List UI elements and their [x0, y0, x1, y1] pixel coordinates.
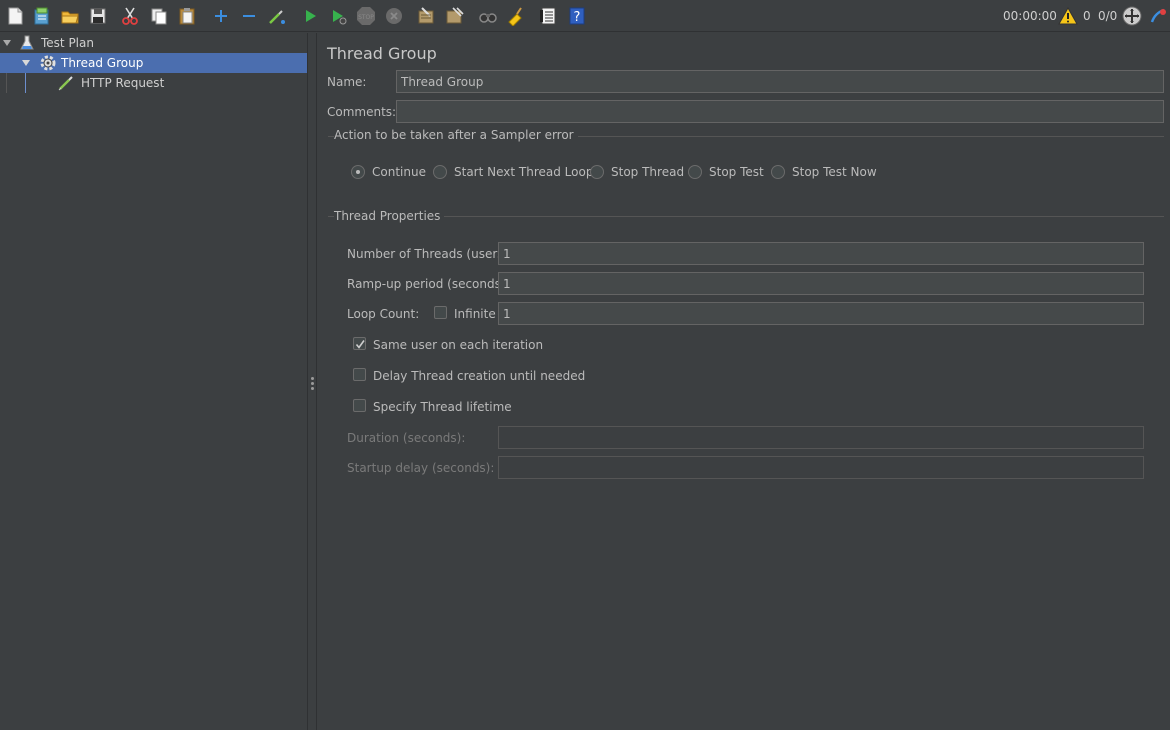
thread-group-panel: Thread Group Name: Comments: Action to b… [318, 33, 1170, 730]
reset-search-icon[interactable] [503, 4, 527, 28]
duration-field[interactable] [498, 426, 1144, 449]
copy-icon[interactable] [147, 4, 171, 28]
tree-item-http-request[interactable]: HTTP Request [0, 73, 307, 93]
same-user-checkbox[interactable] [353, 337, 366, 350]
clear-icon[interactable] [414, 4, 438, 28]
shutdown-icon[interactable] [382, 4, 406, 28]
warning-count: 0 [1083, 9, 1091, 23]
toggle-icon[interactable] [265, 4, 289, 28]
infinite-label[interactable]: Infinite [454, 307, 496, 321]
panel-title: Thread Group [327, 44, 437, 63]
toolbar: STOP ? 00:00:00 0 0/0 [0, 0, 1170, 32]
elapsed-timer: 00:00:00 [1003, 9, 1057, 23]
active-threads: 0/0 [1098, 9, 1118, 23]
stop-icon[interactable]: STOP [354, 4, 378, 28]
startup-delay-field[interactable] [498, 456, 1144, 479]
comments-label: Comments: [327, 105, 397, 119]
name-label: Name: [327, 75, 367, 89]
help-icon[interactable]: ? [565, 4, 589, 28]
delay-creation-label[interactable]: Delay Thread creation until needed [373, 369, 585, 383]
search-icon[interactable] [476, 4, 500, 28]
continue-radio[interactable] [351, 165, 365, 179]
infinite-checkbox[interactable] [434, 306, 447, 319]
panel-splitter[interactable] [307, 33, 317, 730]
tree-item-thread-group[interactable]: Thread Group [0, 53, 307, 73]
rampup-label: Ramp-up period (seconds): [347, 277, 510, 291]
stop-test-now-label[interactable]: Stop Test Now [792, 165, 877, 179]
continue-label[interactable]: Continue [372, 165, 426, 179]
sampler-error-group-title: Action to be taken after a Sampler error [334, 128, 578, 142]
start-next-loop-radio[interactable] [433, 165, 447, 179]
stop-test-radio[interactable] [688, 165, 702, 179]
splitter-grip [311, 377, 314, 380]
start-no-pause-icon[interactable] [326, 4, 350, 28]
startup-delay-label: Startup delay (seconds): [347, 461, 495, 475]
log-viewer-icon[interactable] [1146, 4, 1170, 28]
tree-item-label: HTTP Request [81, 76, 165, 90]
remote-icon[interactable] [1120, 4, 1144, 28]
stop-thread-label[interactable]: Stop Thread [611, 165, 684, 179]
comments-field[interactable] [396, 100, 1164, 123]
threads-field[interactable] [498, 242, 1144, 265]
tree-item-label: Test Plan [41, 36, 94, 50]
flask-icon [19, 35, 35, 51]
expand-arrow-icon[interactable] [3, 40, 11, 46]
duration-label: Duration (seconds): [347, 431, 466, 445]
stop-test-label[interactable]: Stop Test [709, 165, 764, 179]
checkmark-icon [355, 340, 365, 349]
cut-icon[interactable] [118, 4, 142, 28]
paste-icon[interactable] [175, 4, 199, 28]
loop-count-label: Loop Count: [347, 307, 420, 321]
warning-icon[interactable] [1057, 4, 1079, 28]
tree-item-test-plan[interactable]: Test Plan [0, 33, 307, 53]
pipette-icon [58, 75, 74, 91]
start-next-loop-label[interactable]: Start Next Thread Loop [454, 165, 593, 179]
clear-all-icon[interactable] [443, 4, 467, 28]
expand-arrow-icon[interactable] [22, 60, 30, 66]
gear-icon [39, 54, 57, 72]
same-user-label[interactable]: Same user on each iteration [373, 338, 543, 352]
rampup-field[interactable] [498, 272, 1144, 295]
save-icon[interactable] [86, 4, 110, 28]
group-separator [328, 216, 1164, 217]
name-field[interactable] [396, 70, 1164, 93]
thread-properties-group-title: Thread Properties [334, 209, 445, 223]
test-plan-tree: Test Plan Thread Group HTTP Request [0, 33, 308, 730]
svg-text:STOP: STOP [358, 14, 374, 21]
delay-creation-checkbox[interactable] [353, 368, 366, 381]
stop-thread-radio[interactable] [590, 165, 604, 179]
templates-icon[interactable] [30, 4, 54, 28]
stop-test-now-radio[interactable] [771, 165, 785, 179]
start-icon[interactable] [298, 4, 322, 28]
collapse-icon[interactable] [237, 4, 261, 28]
expand-icon[interactable] [209, 4, 233, 28]
splitter-grip [311, 382, 314, 385]
new-icon[interactable] [3, 4, 27, 28]
splitter-grip [311, 387, 314, 390]
loop-count-field[interactable] [498, 302, 1144, 325]
tree-item-label: Thread Group [61, 56, 144, 70]
function-helper-icon[interactable] [536, 4, 560, 28]
open-icon[interactable] [58, 4, 82, 28]
thread-lifetime-label[interactable]: Specify Thread lifetime [373, 400, 512, 414]
thread-lifetime-checkbox[interactable] [353, 399, 366, 412]
threads-label: Number of Threads (users): [347, 247, 513, 261]
svg-text:?: ? [574, 10, 581, 25]
